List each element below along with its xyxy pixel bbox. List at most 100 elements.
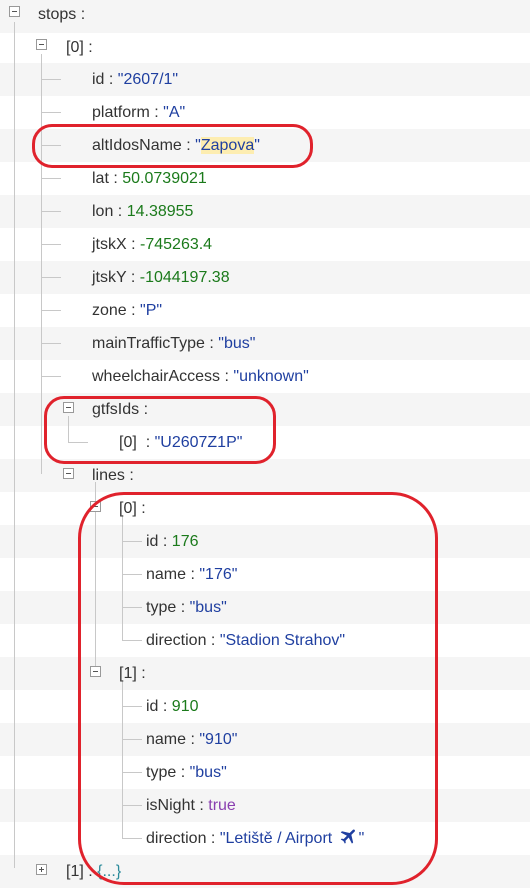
node-value: "Letiště / Airport ": [220, 829, 365, 847]
node-key: jtskX: [92, 236, 127, 253]
tree-node-lines-item0[interactable]: [0] :: [119, 492, 146, 525]
collapse-toggle-icon[interactable]: [9, 6, 20, 17]
node-key: direction: [146, 632, 207, 649]
node-value: "bus": [189, 599, 227, 616]
tree-connector: [122, 640, 142, 641]
node-value: "P": [140, 302, 163, 319]
tree-row: [0, 591, 530, 624]
tree-node-line0-id[interactable]: id : 176: [146, 525, 199, 558]
node-value: 50.0739021: [122, 170, 207, 187]
tree-row: [0, 657, 530, 690]
tree-guide-line: [122, 515, 123, 640]
node-value: "bus": [189, 764, 227, 781]
collapse-toggle-icon[interactable]: [63, 402, 74, 413]
node-key: zone: [92, 302, 127, 319]
node-key: jtskY: [92, 269, 127, 286]
tree-connector: [68, 442, 88, 443]
tree-row: [0, 261, 530, 294]
tree-node-lon[interactable]: lon : 14.38955: [92, 195, 193, 228]
node-value: "Zapova": [195, 137, 260, 154]
node-value: -745263.4: [140, 236, 213, 253]
tree-row: [0, 195, 530, 228]
node-separator: :: [83, 863, 98, 880]
tree-connector: [41, 79, 61, 80]
tree-node-gtfsIds[interactable]: gtfsIds :: [92, 393, 148, 426]
tree-node-jtskX[interactable]: jtskX : -745263.4: [92, 228, 212, 261]
tree-row: [0, 294, 530, 327]
tree-node-zone[interactable]: zone : "P": [92, 294, 162, 327]
node-separator: :: [76, 6, 86, 23]
tree-node-lines[interactable]: lines :: [92, 459, 134, 492]
tree-connector: [122, 838, 142, 839]
tree-row: [0, 228, 530, 261]
node-key: gtfsIds: [92, 401, 140, 418]
tree-node-line0-direction[interactable]: direction : "Stadion Strahov": [146, 624, 345, 657]
tree-node-line1-isNight[interactable]: isNight : true: [146, 789, 236, 822]
tree-node-item0[interactable]: [0] :: [66, 31, 93, 64]
tree-connector: [122, 772, 142, 773]
tree-node-platform[interactable]: platform : "A": [92, 96, 185, 129]
node-key: id: [146, 698, 159, 715]
node-key: wheelchairAccess: [92, 368, 221, 385]
node-value: 14.38955: [126, 203, 194, 220]
tree-node-stops[interactable]: stops :: [38, 0, 85, 31]
tree-node-mainTrafficType[interactable]: mainTrafficType : "bus": [92, 327, 255, 360]
tree-node-line1-id[interactable]: id : 910: [146, 690, 199, 723]
node-key: lines: [92, 467, 125, 484]
tree-guide-line: [14, 22, 15, 868]
node-key: id: [146, 533, 159, 550]
node-key: isNight: [146, 797, 195, 814]
collapse-toggle-icon[interactable]: [90, 501, 101, 512]
tree-connector: [122, 574, 142, 575]
node-value: "bus": [218, 335, 256, 352]
node-key: id: [92, 71, 105, 88]
node-key: type: [146, 599, 177, 616]
tree-node-line1-direction[interactable]: direction : "Letiště / Airport ": [146, 822, 364, 855]
node-key: altIdosName: [92, 137, 182, 154]
tree-node-lines-item1[interactable]: [1] :: [119, 657, 146, 690]
collapse-toggle-icon[interactable]: [90, 666, 101, 677]
tree-connector: [122, 706, 142, 707]
collapse-toggle-icon[interactable]: [63, 468, 74, 479]
node-value: "Stadion Strahov": [219, 632, 346, 649]
tree-connector: [41, 244, 61, 245]
node-index: [0]: [119, 500, 137, 517]
node-value: 176: [171, 533, 199, 550]
tree-connector: [41, 277, 61, 278]
tree-connector: [41, 178, 61, 179]
tree-guide-line: [122, 680, 123, 838]
tree-node-wheelchairAccess[interactable]: wheelchairAccess : "unknown": [92, 360, 309, 393]
node-separator: :: [124, 467, 134, 484]
tree-node-gtfsIds-item0[interactable]: [0] : "U2607Z1P": [119, 426, 242, 459]
tree-node-line0-name[interactable]: name : "176": [146, 558, 237, 591]
tree-row: [0, 492, 530, 525]
node-key: stops: [38, 6, 77, 23]
tree-node-item1[interactable]: [1] : {...}: [66, 855, 121, 888]
tree-node-line1-type[interactable]: type : "bus": [146, 756, 227, 789]
tree-node-line0-type[interactable]: type : "bus": [146, 591, 227, 624]
node-separator: :: [139, 401, 149, 418]
node-value: "910": [199, 731, 238, 748]
node-separator: :: [141, 500, 146, 517]
value-quote: ": [358, 830, 365, 847]
node-separator: :: [83, 39, 93, 56]
tree-node-line1-name[interactable]: name : "910": [146, 723, 237, 756]
tree-node-altIdosName[interactable]: altIdosName : "Zapova": [92, 129, 260, 162]
node-value: "unknown": [233, 368, 309, 385]
tree-row: [0, 327, 530, 360]
node-separator: :: [141, 665, 146, 682]
node-index: [1]: [66, 863, 84, 880]
node-key: name: [146, 731, 187, 748]
tree-node-lat[interactable]: lat : 50.0739021: [92, 162, 207, 195]
collapsed-value: {...}: [97, 863, 122, 880]
node-value: "176": [199, 566, 238, 583]
tree-row: [0, 393, 530, 426]
tree-node-jtskY[interactable]: jtskY : -1044197.38: [92, 261, 230, 294]
node-index: [1]: [119, 665, 137, 682]
tree-node-id[interactable]: id : "2607/1": [92, 63, 178, 96]
expand-toggle-icon[interactable]: [36, 864, 47, 875]
tree-connector: [122, 805, 142, 806]
collapse-toggle-icon[interactable]: [36, 39, 47, 50]
tree-guide-line: [68, 416, 69, 442]
tree-connector: [41, 376, 61, 377]
